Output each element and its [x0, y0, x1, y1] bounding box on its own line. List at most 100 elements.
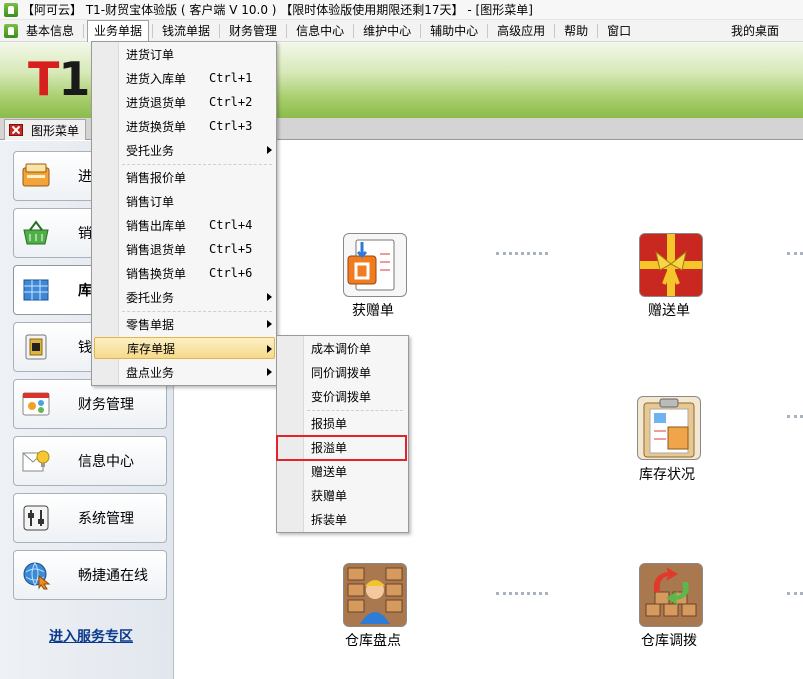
menu-item-purchase-exchange[interactable]: 进货换货单 Ctrl+3: [94, 115, 274, 137]
sidebar-item-finance[interactable]: 财务管理: [13, 379, 167, 429]
menu-item-retail-docs[interactable]: 零售单据: [94, 313, 274, 335]
menu-item-cost-adjust[interactable]: 成本调价单: [279, 337, 407, 359]
received-gift-doc-icon[interactable]: [343, 233, 407, 297]
menu-separator: [307, 410, 403, 411]
menu-item-label: 销售报价单: [126, 170, 187, 185]
dotted-connector: [787, 592, 803, 595]
menu-item-label: 拆装单: [311, 512, 348, 527]
warehouse-count-icon[interactable]: [343, 563, 407, 627]
menu-item-assembly[interactable]: 拆装单: [279, 508, 407, 530]
menu-item-purchase-receipt[interactable]: 进货入库单 Ctrl+1: [94, 67, 274, 89]
sales-basket-icon: [20, 217, 52, 249]
menu-item-purchase-order[interactable]: 进货订单: [94, 43, 274, 65]
menu-item-variable-price-transfer[interactable]: 变价调拨单: [279, 385, 407, 407]
menu-help[interactable]: 帮助: [558, 20, 594, 42]
menu-item-inventory-docs[interactable]: 库存单据: [94, 337, 275, 359]
menu-separator: [122, 164, 272, 165]
menu-item-sales-delivery[interactable]: 销售出库单 Ctrl+4: [94, 214, 274, 236]
menu-item-gift-received[interactable]: 获赠单: [279, 484, 407, 506]
menu-item-shortcut: Ctrl+1: [209, 71, 253, 85]
purchase-icon: [20, 160, 52, 192]
menu-finance[interactable]: 财务管理: [223, 20, 283, 42]
menu-business-docs[interactable]: 业务单据: [87, 19, 150, 42]
menu-separator: [122, 311, 272, 312]
submenu-arrow-icon: [267, 320, 272, 328]
gift-box-icon[interactable]: [639, 233, 703, 297]
menu-divider: [353, 23, 355, 38]
menu-item-label: 销售退货单: [126, 242, 187, 257]
inventory-grid-icon: [20, 274, 52, 306]
menu-item-sales-exchange[interactable]: 销售换货单 Ctrl+6: [94, 262, 274, 284]
menu-item-sales-order[interactable]: 销售订单: [94, 190, 274, 212]
product-logo: T1: [28, 52, 90, 106]
sidebar-item-label: 库: [78, 283, 92, 299]
online-globe-icon: [20, 559, 52, 591]
sidebar-item-online[interactable]: 畅捷通在线: [13, 550, 167, 600]
menu-item-stocktake[interactable]: 盘点业务: [94, 361, 274, 383]
menu-item-label: 进货入库单: [126, 71, 187, 86]
finance-icon: [20, 388, 52, 420]
menu-window[interactable]: 窗口: [601, 20, 637, 42]
menu-item-same-price-transfer[interactable]: 同价调拨单: [279, 361, 407, 383]
menu-divider: [219, 23, 221, 38]
menu-info-center[interactable]: 信息中心: [290, 20, 350, 42]
tab-graphic-menu[interactable]: 图形菜单: [4, 119, 87, 140]
menu-item-sales-quote[interactable]: 销售报价单: [94, 166, 274, 188]
business-docs-menu: 进货订单 进货入库单 Ctrl+1 进货退货单 Ctrl+2 进货换货单 Ctrl+3…: [91, 41, 277, 386]
menu-item-sales-return[interactable]: 销售退货单 Ctrl+5: [94, 238, 274, 260]
menu-my-desktop[interactable]: 我的桌面: [725, 20, 785, 42]
tab-label: 图形菜单: [31, 123, 80, 138]
service-zone-link[interactable]: 进入服务专区: [49, 626, 133, 646]
system-settings-icon: [20, 502, 52, 534]
submenu-arrow-icon: [267, 293, 272, 301]
sidebar-item-label: 财务管理: [78, 397, 134, 413]
sidebar-item-info-center[interactable]: 信息中心: [13, 436, 167, 486]
dotted-connector: [496, 592, 548, 595]
menu-cash-docs[interactable]: 钱流单据: [156, 20, 216, 42]
menu-item-label: 进货换货单: [126, 119, 187, 134]
dotted-connector: [496, 252, 548, 255]
menu-item-label: 销售换货单: [126, 266, 187, 281]
inventory-docs-submenu: 成本调价单 同价调拨单 变价调拨单 报损单 报溢单 赠送单 获赠单 拆装单: [276, 335, 409, 533]
icon-label-warehouse-transfer[interactable]: 仓库调拨: [641, 630, 697, 650]
menu-item-label: 报损单: [311, 416, 348, 431]
menu-item-label: 盘点业务: [126, 365, 175, 380]
sidebar-item-label: 进: [78, 169, 92, 185]
menu-item-shortcut: Ctrl+5: [209, 242, 253, 256]
menubar: 基本信息 业务单据 钱流单据 财务管理 信息中心 维护中心 辅助中心 高级应用 …: [0, 19, 803, 42]
sidebar-item-label: 销: [78, 226, 92, 242]
sidebar-item-system[interactable]: 系统管理: [13, 493, 167, 543]
sidebar-item-label: 系统管理: [78, 511, 134, 527]
icon-label-gift-out[interactable]: 赠送单: [648, 300, 690, 320]
menu-item-shortcut: Ctrl+3: [209, 119, 253, 133]
icon-label-inventory-status[interactable]: 库存状况: [639, 464, 695, 484]
close-tab-icon[interactable]: [9, 124, 23, 136]
menu-item-consignment-out[interactable]: 委托业务: [94, 286, 274, 308]
menu-item-gift-out[interactable]: 赠送单: [279, 460, 407, 482]
menu-item-purchase-return[interactable]: 进货退货单 Ctrl+2: [94, 91, 274, 113]
menu-divider: [597, 23, 599, 38]
menu-basic-info[interactable]: 基本信息: [20, 20, 80, 42]
menu-item-label: 进货订单: [126, 47, 175, 62]
submenu-arrow-icon: [267, 345, 272, 353]
submenu-arrow-icon: [267, 146, 272, 154]
window-title: 【阿可云】 T1-财贸宝体验版 ( 客户端 V 10.0 ) 【限时体验版使用期…: [22, 3, 533, 17]
inventory-clipboard-icon[interactable]: [637, 396, 701, 460]
menu-item-label: 受托业务: [126, 143, 175, 158]
menubar-app-icon[interactable]: [4, 23, 18, 38]
icon-label-received-gift[interactable]: 获赠单: [352, 300, 394, 320]
menu-maintenance[interactable]: 维护中心: [357, 20, 417, 42]
menu-advanced[interactable]: 高级应用: [491, 20, 551, 42]
menu-item-label: 销售出库单: [126, 218, 187, 233]
menu-auxiliary[interactable]: 辅助中心: [424, 20, 484, 42]
menu-divider: [420, 23, 422, 38]
dotted-connector: [787, 252, 803, 255]
icon-label-warehouse-count[interactable]: 仓库盘点: [345, 630, 401, 650]
warehouse-transfer-icon[interactable]: [639, 563, 703, 627]
menu-item-label: 同价调拨单: [311, 365, 372, 380]
menu-item-shortcut: Ctrl+6: [209, 266, 253, 280]
menu-item-label: 库存单据: [127, 341, 176, 356]
logo-digit-1: 1: [58, 52, 90, 106]
menu-item-loss-report[interactable]: 报损单: [279, 412, 407, 434]
menu-item-consignment-in[interactable]: 受托业务: [94, 139, 274, 161]
